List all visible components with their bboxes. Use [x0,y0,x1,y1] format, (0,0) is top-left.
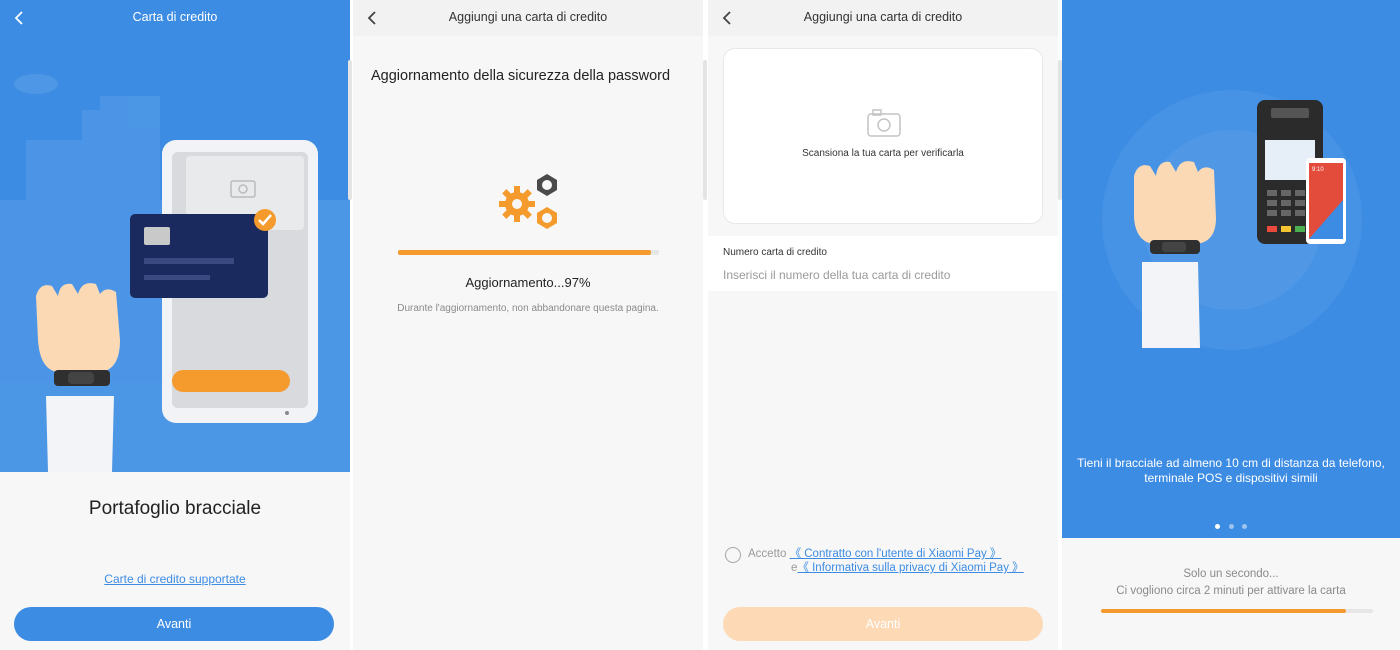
activation-hint: Ci vogliono circa 2 minuti per attivare … [1116,585,1346,597]
gears-icon [499,174,557,229]
band-phone-illustration [0,74,350,472]
hero-illustration-area: 9:10 Tieni il bracciale ad almeno 10 cm … [1062,0,1400,538]
hero-illustration-area: Carta di credito [0,0,350,472]
page-title: Carta di credito [132,10,218,24]
update-status: Aggiornamento...97% [465,275,591,290]
scan-card-area[interactable]: Scansiona la tua carta per verificarla [723,48,1043,224]
next-button[interactable]: Avanti [14,607,334,641]
page-indicator [1062,516,1400,534]
card-number-label: Numero carta di credito [723,247,827,258]
progress-fill [1101,609,1346,613]
page-dot [1215,524,1221,529]
progress-fill [398,250,652,255]
activation-progress-bar [1101,609,1373,613]
user-agreement-link[interactable]: 《 Contratto con l'utente di Xiaomi Pay 》 [790,548,1002,560]
camera-icon [867,109,901,137]
update-progress-bar [398,250,659,255]
pos-phone-time: 9:10 [1312,167,1324,173]
update-note: Durante l'aggiornamento, non abbandonare… [397,303,659,314]
top-bar: Carta di credito [0,0,350,36]
privacy-policy-link[interactable]: 《 Informativa sulla privacy di Xiaomi Pa… [797,562,1023,574]
divider [348,60,352,200]
add-card-screen: Aggiungi una carta di credito Scansiona … [708,0,1058,650]
wait-text: Solo un secondo... [1183,568,1279,580]
next-button-disabled[interactable]: Avanti [723,607,1043,641]
accept-terms-radio[interactable] [725,547,741,563]
security-update-screen: Aggiungi una carta di credito Aggiorname… [353,0,703,650]
page-title: Aggiungi una carta di credito [803,10,963,24]
distance-instruction: Tieni il bracciale ad almeno 10 cm di di… [1077,456,1385,485]
band-pos-illustration: 9:10 [1102,90,1362,350]
page-dot [1228,524,1234,529]
top-bar: Aggiungi una carta di credito [353,0,703,36]
divider [703,60,707,200]
wallet-heading: Portafoglio bracciale [88,498,262,519]
update-heading: Aggiornamento della sicurezza della pass… [371,68,671,84]
page-title: Aggiungi una carta di credito [448,10,608,24]
activation-screen: 9:10 Tieni il bracciale ad almeno 10 cm … [1062,0,1400,650]
top-bar: Aggiungi una carta di credito [708,0,1058,36]
accept-label: Accetto [748,548,787,560]
scan-instruction: Scansiona la tua carta per verificarla [802,148,964,159]
card-number-input[interactable] [723,265,1043,285]
supported-cards-link[interactable]: Carte di credito supportate [0,572,350,586]
wallet-intro-screen: Carta di credito Portafoglio bracciale C… [0,0,350,650]
card-number-field: Numero carta di credito [708,236,1058,291]
terms-text: Accetto 《 Contratto con l'utente di Xiao… [748,547,1024,575]
page-dot [1241,524,1247,529]
